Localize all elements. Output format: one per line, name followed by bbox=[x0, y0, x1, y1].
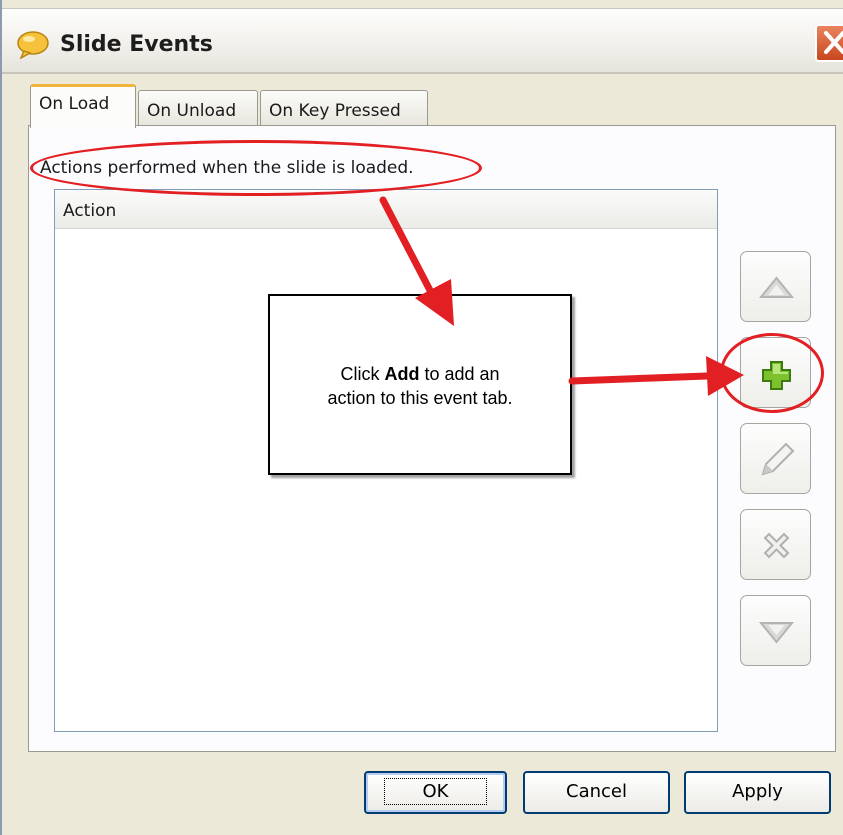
ok-button[interactable]: OK bbox=[364, 771, 507, 814]
callout-bold: Add bbox=[384, 364, 420, 384]
callout-suffix: to add an bbox=[419, 364, 500, 384]
callout-line2: action to this event tab. bbox=[327, 388, 513, 408]
triangle-up-icon bbox=[758, 276, 795, 298]
callout-box: Click Add to add an action to this event… bbox=[268, 294, 572, 475]
speech-bubble-icon bbox=[17, 31, 49, 59]
table-header[interactable]: Action bbox=[55, 190, 717, 229]
delete-button[interactable] bbox=[740, 509, 811, 580]
dialog-title: Slide Events bbox=[60, 32, 213, 57]
description-highlight-circle bbox=[30, 140, 482, 196]
pencil-icon bbox=[761, 442, 795, 476]
x-icon bbox=[763, 532, 790, 559]
apply-button-label: Apply bbox=[732, 781, 783, 802]
tab-label: On Unload bbox=[147, 101, 237, 121]
tab-label: On Load bbox=[39, 94, 110, 114]
tab-on-key-pressed[interactable]: On Key Pressed bbox=[260, 90, 428, 126]
cancel-button[interactable]: Cancel bbox=[523, 771, 670, 814]
slide-events-dialog: Slide Events On Load On Unload On Key Pr… bbox=[0, 0, 843, 835]
close-x-icon bbox=[824, 31, 843, 54]
column-header-action[interactable]: Action bbox=[63, 201, 116, 221]
edit-button[interactable] bbox=[740, 423, 811, 494]
tab-on-load[interactable]: On Load bbox=[30, 84, 136, 128]
ok-button-label: OK bbox=[383, 778, 488, 805]
move-down-button[interactable] bbox=[740, 595, 811, 666]
close-button[interactable] bbox=[815, 24, 843, 62]
triangle-down-icon bbox=[758, 622, 795, 644]
callout-prefix: Click bbox=[340, 364, 385, 384]
tab-label: On Key Pressed bbox=[269, 101, 401, 121]
add-button-highlight-circle bbox=[720, 333, 824, 413]
cancel-button-label: Cancel bbox=[566, 781, 627, 802]
apply-button[interactable]: Apply bbox=[684, 771, 831, 814]
tab-on-unload[interactable]: On Unload bbox=[138, 90, 258, 126]
title-bar[interactable]: Slide Events bbox=[2, 8, 843, 74]
move-up-button[interactable] bbox=[740, 251, 811, 322]
